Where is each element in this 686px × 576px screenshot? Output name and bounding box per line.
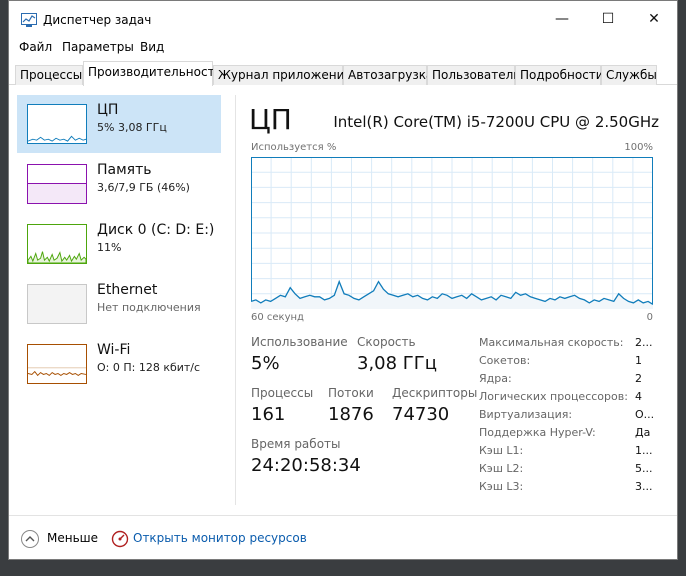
resource-detail: О: 0 П: 128 кбит/с: [97, 361, 201, 374]
resource-item-cpu[interactable]: ЦП 5% 3,08 ГГц: [17, 95, 221, 153]
spec-label: Поддержка Hyper-V:: [479, 426, 596, 439]
tab-processes[interactable]: Процессы: [15, 65, 83, 85]
usage-label: Использование: [251, 335, 348, 349]
cpu-thumbnail-graph: [27, 104, 87, 144]
resource-name: Диск 0 (C: D: E:): [97, 222, 215, 238]
pane-divider[interactable]: [235, 95, 236, 505]
usage-value: 5%: [251, 353, 280, 374]
resource-detail: 5% 3,08 ГГц: [97, 121, 167, 134]
spec-label: Максимальная скорость:: [479, 336, 624, 349]
uptime-label: Время работы: [251, 437, 341, 451]
graph-x-left-label: 60 секунд: [251, 312, 304, 323]
open-resource-monitor-link[interactable]: Открыть монитор ресурсов: [133, 531, 307, 545]
spec-label: Логических процессоров:: [479, 390, 628, 403]
cpu-model: Intel(R) Core(TM) i5-7200U CPU @ 2.50GHz: [333, 113, 659, 131]
processes-value: 161: [251, 404, 286, 425]
close-button[interactable]: ✕: [643, 9, 665, 31]
tab-performance[interactable]: Производительность: [83, 61, 222, 86]
spec-value: О...: [635, 408, 655, 421]
resource-item-wifi[interactable]: Wi-Fi О: 0 П: 128 кбит/с: [17, 335, 221, 393]
performance-panel: ЦП 5% 3,08 ГГц Память 3,6/7,9 ГБ (46%) Д…: [9, 85, 677, 516]
threads-label: Потоки: [328, 386, 374, 400]
spec-value: 4: [635, 390, 642, 403]
resource-detail: Нет подключения: [97, 301, 201, 314]
title-bar[interactable]: Диспетчер задач — ☐ ✕: [9, 1, 677, 35]
spec-label: Ядра:: [479, 372, 512, 385]
task-manager-icon: [21, 13, 37, 27]
spec-value: 1: [635, 354, 642, 367]
window-title: Диспетчер задач: [43, 13, 152, 27]
cpu-usage-graph: [251, 157, 653, 309]
spec-label: Виртуализация:: [479, 408, 573, 421]
menu-view[interactable]: Вид: [140, 40, 164, 54]
spec-value: 2: [635, 372, 642, 385]
spec-label: Кэш L3:: [479, 480, 524, 493]
fewer-details-button[interactable]: [21, 530, 39, 548]
spec-label: Сокетов:: [479, 354, 531, 367]
resource-detail: 3,6/7,9 ГБ (46%): [97, 181, 190, 194]
tab-startup[interactable]: Автозагрузка: [343, 65, 433, 85]
tab-app-history[interactable]: Журнал приложений: [213, 65, 352, 85]
graph-y-label: Используется %: [251, 142, 337, 153]
disk-thumbnail-graph: [27, 224, 87, 264]
spec-value: 2...: [635, 336, 653, 349]
uptime-value: 24:20:58:34: [251, 455, 361, 476]
task-manager-window: Диспетчер задач — ☐ ✕ Файл Параметры Вид…: [8, 0, 678, 560]
spec-value: Да: [635, 426, 651, 439]
ethernet-thumbnail-graph: [27, 284, 87, 324]
minimize-button[interactable]: —: [551, 9, 573, 31]
resource-item-ethernet[interactable]: Ethernet Нет подключения: [17, 275, 221, 333]
threads-value: 1876: [328, 404, 374, 425]
resource-monitor-icon: [111, 530, 129, 548]
handles-label: Дескрипторы: [392, 386, 478, 400]
page-title: ЦП: [249, 103, 292, 136]
footer-bar: Меньше Открыть монитор ресурсов: [9, 517, 677, 559]
speed-value: 3,08 ГГц: [357, 353, 438, 374]
resource-list: ЦП 5% 3,08 ГГц Память 3,6/7,9 ГБ (46%) Д…: [17, 95, 221, 515]
graph-y-max-label: 100%: [624, 142, 653, 153]
tab-users[interactable]: Пользователи: [427, 65, 521, 85]
spec-value: 5...: [635, 462, 653, 475]
resource-item-disk[interactable]: Диск 0 (C: D: E:) 11%: [17, 215, 221, 273]
resource-item-memory[interactable]: Память 3,6/7,9 ГБ (46%): [17, 155, 221, 213]
tab-strip: Процессы Производительность Журнал прило…: [9, 61, 677, 86]
resource-name: ЦП: [97, 102, 119, 118]
memory-thumbnail-graph: [27, 164, 87, 204]
handles-value: 74730: [392, 404, 450, 425]
graph-x-right-label: 0: [646, 312, 653, 323]
spec-label: Кэш L2:: [479, 462, 524, 475]
maximize-button[interactable]: ☐: [597, 9, 619, 31]
resource-name: Ethernet: [97, 282, 158, 298]
menu-file[interactable]: Файл: [19, 40, 52, 54]
speed-label: Скорость: [357, 335, 416, 349]
wifi-thumbnail-graph: [27, 344, 87, 384]
fewer-details-label[interactable]: Меньше: [47, 531, 98, 545]
menu-bar: Файл Параметры Вид: [9, 37, 677, 59]
spec-value: 1...: [635, 444, 653, 457]
processes-label: Процессы: [251, 386, 314, 400]
tab-services[interactable]: Службы: [601, 65, 657, 85]
resource-detail: 11%: [97, 241, 122, 254]
spec-label: Кэш L1:: [479, 444, 524, 457]
resource-name: Память: [97, 162, 152, 178]
chevron-up-icon: [25, 536, 35, 542]
spec-value: 3...: [635, 480, 653, 493]
menu-options[interactable]: Параметры: [62, 40, 134, 54]
cpu-details: ЦП Intel(R) Core(TM) i5-7200U CPU @ 2.50…: [237, 85, 677, 515]
resource-name: Wi-Fi: [97, 342, 131, 358]
tab-details[interactable]: Подробности: [515, 65, 604, 85]
